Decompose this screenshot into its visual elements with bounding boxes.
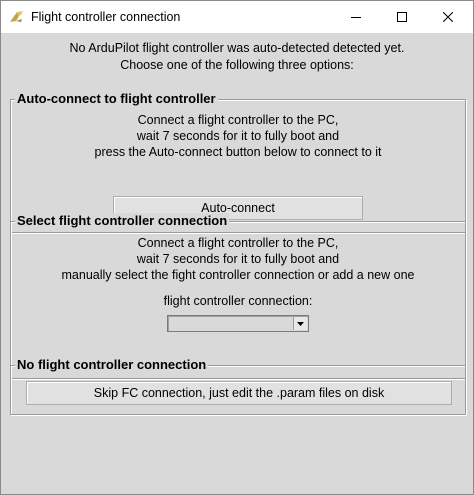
auto-connect-line-3: press the Auto-connect button below to c…: [94, 145, 382, 159]
select-connection-group-title: Select flight controller connection: [15, 213, 230, 229]
auto-connect-line-2: wait 7 seconds for it to fully boot and: [136, 129, 340, 143]
chevron-down-icon: [297, 321, 304, 326]
select-connection-group: Select flight controller connection Conn…: [10, 213, 466, 379]
maximize-button[interactable]: [379, 1, 425, 33]
close-button[interactable]: [425, 1, 471, 33]
maximize-icon: [397, 12, 407, 22]
select-connection-line-3: manually select the fight controller con…: [61, 268, 415, 282]
auto-connect-group-title: Auto-connect to flight controller: [15, 91, 218, 107]
no-connection-group-title: No flight controller connection: [15, 357, 209, 373]
connection-combobox[interactable]: [167, 315, 309, 332]
skip-fc-connection-button[interactable]: Skip FC connection, just edit the .param…: [26, 381, 452, 405]
dialog-content: No ArduPilot flight controller was auto-…: [1, 33, 473, 494]
minimize-icon: [351, 17, 361, 18]
select-connection-line-2: wait 7 seconds for it to fully boot and: [136, 252, 340, 266]
ardupilot-logo-icon: [9, 10, 25, 24]
close-icon: [443, 12, 453, 22]
no-connection-group: No flight controller connection Skip FC …: [10, 357, 466, 415]
connection-combo-label: flight controller connection:: [163, 294, 313, 308]
auto-connect-line-1: Connect a flight controller to the PC,: [137, 113, 339, 127]
combo-dropdown-button[interactable]: [293, 317, 307, 330]
window-title: Flight controller connection: [31, 10, 181, 24]
minimize-button[interactable]: [333, 1, 379, 33]
intro-line-1: No ArduPilot flight controller was auto-…: [69, 41, 405, 55]
dialog-window: Flight controller connection No ArduPilo…: [0, 0, 474, 495]
title-bar[interactable]: Flight controller connection: [1, 1, 473, 33]
intro-line-2: Choose one of the following three option…: [120, 58, 354, 72]
select-connection-line-1: Connect a flight controller to the PC,: [137, 236, 339, 250]
